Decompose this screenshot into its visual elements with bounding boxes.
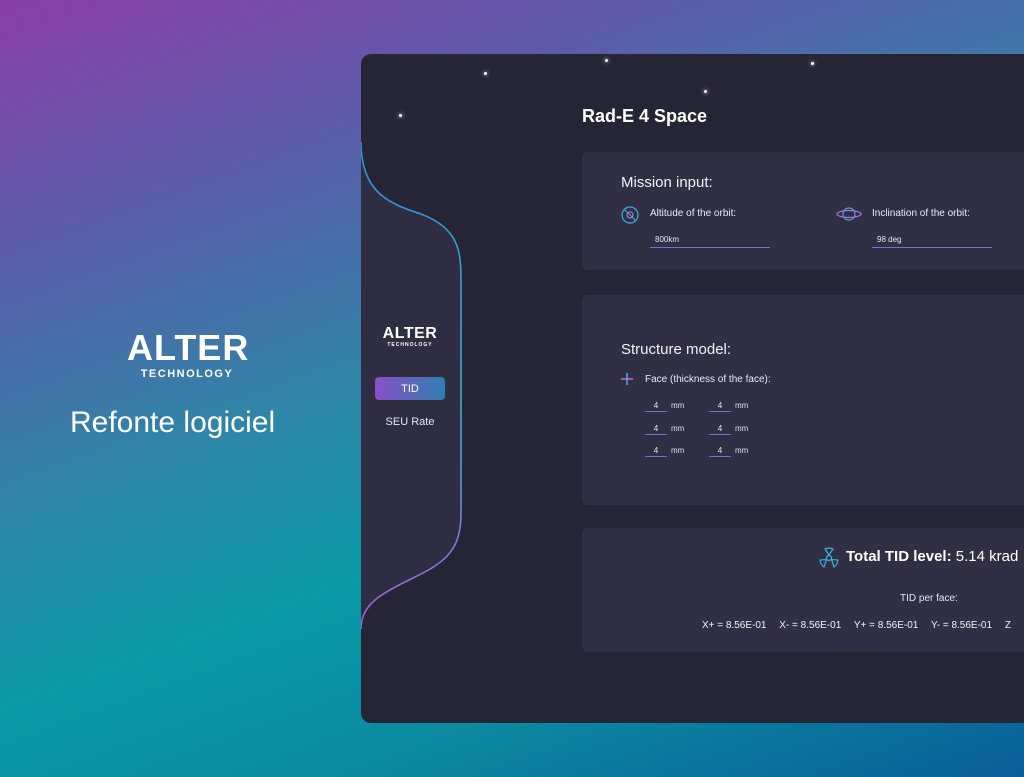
orbit-satellite-icon [621, 206, 639, 224]
mission-input-card: Mission input: Altitude of the orbit: In… [582, 152, 1024, 270]
total-tid-value: 5.14 krad [955, 548, 1019, 565]
unit-label: mm [671, 401, 685, 410]
inclination-input[interactable] [872, 232, 992, 248]
tid-per-face-values: X+ = 8.56E-01 X- = 8.56E-01 Y+ = 8.56E-0… [702, 620, 1021, 631]
unit-label: mm [671, 446, 685, 455]
face-label: Face (thickness of the face): [645, 374, 771, 385]
face-thickness-input[interactable] [645, 444, 667, 457]
unit-label: mm [735, 446, 749, 455]
planet-ring-icon [836, 207, 862, 221]
structure-model-card: Structure model: Face (thickness of the … [582, 295, 1024, 505]
promo-tagline: Refonte logiciel [70, 406, 276, 439]
logo-subtitle: TECHNOLOGY [140, 368, 234, 380]
face-thickness-input[interactable] [709, 399, 731, 412]
tid-face-yminus: Y- = 8.56E-01 [930, 620, 993, 631]
star-decoration [704, 90, 707, 93]
face-thickness-input[interactable] [645, 422, 667, 435]
alter-technology-logo: ALTER TECHNOLOGY [127, 327, 250, 381]
structure-title: Structure model: [621, 341, 732, 358]
logo-word: ALTER [127, 327, 250, 368]
face-thickness-input[interactable] [709, 422, 731, 435]
total-tid: Total TID level: 5.14 krad [846, 548, 1018, 565]
sidebar-logo: ALTER TECHNOLOGY [381, 325, 439, 349]
altitude-label: Altitude of the orbit: [650, 208, 737, 219]
nav-item-tid[interactable]: TID [375, 377, 445, 400]
tid-per-face-label: TID per face: [900, 593, 958, 604]
altitude-input[interactable] [650, 232, 770, 248]
star-decoration [484, 72, 487, 75]
nav-item-seu-rate[interactable]: SEU Rate [375, 416, 445, 428]
unit-label: mm [735, 424, 749, 433]
mission-title: Mission input: [621, 174, 713, 191]
inclination-label: Inclination of the orbit: [872, 208, 970, 219]
face-thickness-input[interactable] [709, 444, 731, 457]
radiation-icon [819, 547, 839, 568]
app-window: ALTER TECHNOLOGY TID SEU Rate Rad-E 4 Sp… [361, 54, 1024, 723]
sidebar-logo-word: ALTER [382, 325, 438, 342]
tid-face-xplus: X+ = 8.56E-01 [702, 620, 767, 631]
unit-label: mm [671, 424, 685, 433]
tid-face-z: Z [1004, 620, 1011, 631]
face-thickness-input[interactable] [645, 399, 667, 412]
sidebar-logo-subtitle: TECHNOLOGY [387, 342, 433, 348]
tid-face-xminus: X- = 8.56E-01 [779, 620, 842, 631]
tid-result-card: Total TID level: 5.14 krad TID per face:… [582, 528, 1024, 652]
unit-label: mm [735, 401, 749, 410]
tid-face-yplus: Y+ = 8.56E-01 [853, 620, 919, 631]
star-decoration [811, 62, 814, 65]
star-decoration [605, 59, 608, 62]
total-tid-label: Total TID level: [846, 548, 952, 565]
app-title: Rad-E 4 Space [582, 106, 708, 126]
cross-axis-icon [621, 373, 633, 385]
